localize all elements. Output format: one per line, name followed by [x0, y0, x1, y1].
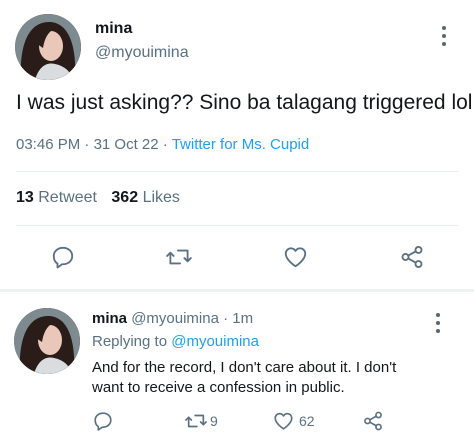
reply-header: mina @myouimina · 1m — [92, 310, 253, 327]
reply-retweet-count: 9 — [210, 413, 218, 429]
like-icon[interactable] — [272, 410, 295, 432]
reply-avatar[interactable] — [14, 308, 80, 374]
more-icon[interactable] — [441, 26, 447, 46]
divider — [16, 225, 458, 226]
retweet-count: 13 — [16, 189, 34, 206]
replying-to-handle[interactable]: @myouimina — [171, 333, 259, 350]
reply-icon[interactable] — [50, 244, 76, 270]
reply-text: And for the record, I don't care about i… — [92, 358, 396, 398]
avatar[interactable] — [15, 14, 81, 80]
divider — [16, 171, 458, 172]
reply-author-handle[interactable]: @myouimina — [131, 310, 219, 327]
tweet-source[interactable]: Twitter for Ms. Cupid — [172, 136, 310, 153]
retweet-icon[interactable] — [165, 244, 193, 270]
tweet-date: 31 Oct 22 — [93, 136, 159, 153]
share-icon[interactable] — [399, 244, 425, 270]
tweet-stats: 13 Retweet 362 Likes — [16, 189, 180, 207]
reply-author-name[interactable]: mina — [92, 310, 127, 327]
reply-text-line: And for the record, I don't care about i… — [92, 359, 397, 376]
likes-stat[interactable]: 362 Likes — [111, 189, 180, 206]
tweet-meta: 03:46 PM · 31 Oct 22 · Twitter for Ms. C… — [16, 136, 309, 153]
tweet-time: 03:46 PM — [16, 136, 81, 153]
share-icon[interactable] — [362, 410, 384, 432]
retweet-icon[interactable] — [184, 410, 208, 432]
likes-count: 362 — [111, 189, 139, 206]
reply-text-line: want to receive a confession in public. — [92, 379, 345, 396]
replying-to-label: Replying to — [92, 333, 168, 350]
more-icon[interactable] — [435, 313, 441, 333]
meta-separator: · — [162, 136, 168, 153]
retweet-label: Retweet — [38, 189, 97, 206]
meta-separator: · — [223, 310, 229, 327]
author-name[interactable]: mina — [95, 20, 132, 38]
divider — [0, 289, 474, 292]
likes-label: Likes — [142, 189, 180, 206]
tweet-text: I was just asking?? Sino ba talagang tri… — [16, 91, 473, 114]
reply-like-count: 62 — [299, 413, 315, 429]
replying-to: Replying to @myouimina — [92, 333, 259, 350]
retweet-stat[interactable]: 13 Retweet — [16, 189, 101, 206]
reply-icon[interactable] — [92, 410, 114, 432]
like-icon[interactable] — [282, 244, 309, 270]
meta-separator: · — [84, 136, 90, 153]
reply-age: 1m — [232, 310, 254, 327]
author-handle[interactable]: @myouimina — [95, 44, 189, 62]
